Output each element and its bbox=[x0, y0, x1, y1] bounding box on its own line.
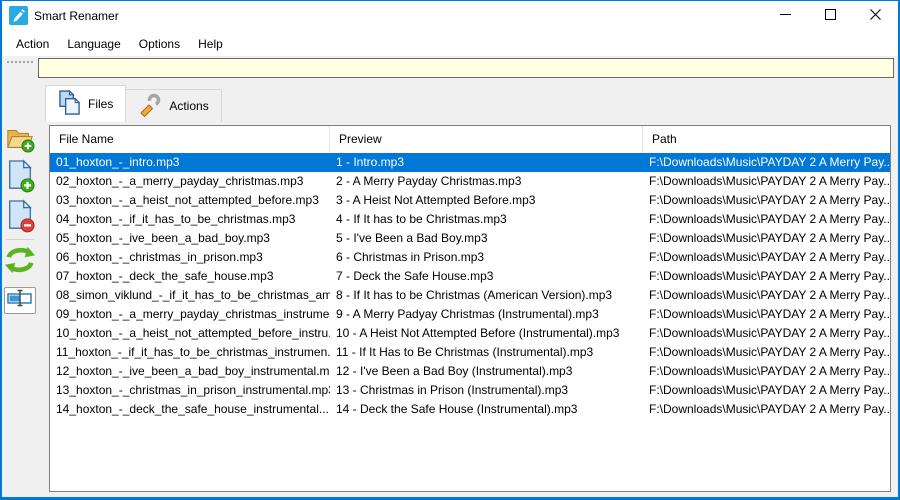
preview-cell: 2 - A Merry Payday Christmas.mp3 bbox=[336, 174, 522, 188]
path-cell: F:\Downloads\Music\PAYDAY 2 A Merry Pay.… bbox=[649, 231, 890, 245]
column-header-file-name[interactable]: File Name bbox=[50, 126, 330, 153]
file-name-cell: 13_hoxton_-_christmas_in_prison_instrume… bbox=[56, 383, 330, 397]
file-name-cell: 14_hoxton_-_deck_the_safe_house_instrume… bbox=[56, 402, 330, 416]
table-row[interactable]: 02_hoxton_-_a_merry_payday_christmas.mp3… bbox=[50, 172, 890, 191]
preview-cell: 10 - A Heist Not Attempted Before (Instr… bbox=[336, 326, 620, 340]
add-folder-button[interactable] bbox=[4, 124, 36, 157]
table-row[interactable]: 12_hoxton_-_ive_been_a_bad_boy_instrumen… bbox=[50, 362, 890, 381]
menubar: Action Language Options Help bbox=[2, 31, 898, 56]
path-cell: F:\Downloads\Music\PAYDAY 2 A Merry Pay.… bbox=[649, 402, 890, 416]
file-name-cell: 04_hoxton_-_if_it_has_to_be_christmas.mp… bbox=[56, 212, 296, 226]
table-row[interactable]: 06_hoxton_-_christmas_in_prison.mp3 6 - … bbox=[50, 248, 890, 267]
minimize-button[interactable] bbox=[763, 1, 808, 31]
toolbar bbox=[2, 56, 38, 497]
preview-cell: 12 - I've Been a Bad Boy (Instrumental).… bbox=[336, 364, 573, 378]
preview-cell: 1 - Intro.mp3 bbox=[336, 155, 405, 169]
file-name-cell: 05_hoxton_-_ive_been_a_bad_boy.mp3 bbox=[56, 231, 270, 245]
tab-files-label: Files bbox=[88, 97, 114, 111]
file-name-cell: 07_hoxton_-_deck_the_safe_house.mp3 bbox=[56, 269, 274, 283]
path-cell: F:\Downloads\Music\PAYDAY 2 A Merry Pay.… bbox=[649, 212, 890, 226]
file-list: File Name Preview Path 01_hoxton_-_intro… bbox=[49, 125, 891, 492]
table-header: File Name Preview Path bbox=[50, 126, 890, 153]
menu-help[interactable]: Help bbox=[189, 33, 232, 55]
wrench-icon bbox=[138, 92, 162, 121]
table-row[interactable]: 03_hoxton_-_a_heist_not_attempted_before… bbox=[50, 191, 890, 210]
preview-cell: 5 - I've Been a Bad Boy.mp3 bbox=[336, 231, 488, 245]
minimize-icon bbox=[780, 7, 791, 25]
preview-cell: 13 - Christmas in Prison (Instrumental).… bbox=[336, 383, 569, 397]
preview-cell: 3 - A Heist Not Attempted Before.mp3 bbox=[336, 193, 536, 207]
preview-cell: 14 - Deck the Safe House (Instrumental).… bbox=[336, 402, 578, 416]
remove-files-icon bbox=[5, 198, 35, 238]
table-row[interactable]: 13_hoxton_-_christmas_in_prison_instrume… bbox=[50, 381, 890, 400]
rename-field-icon bbox=[7, 288, 33, 313]
path-cell: F:\Downloads\Music\PAYDAY 2 A Merry Pay.… bbox=[649, 269, 890, 283]
window-title: Smart Renamer bbox=[34, 9, 119, 23]
path-cell: F:\Downloads\Music\PAYDAY 2 A Merry Pay.… bbox=[649, 345, 890, 359]
file-name-cell: 12_hoxton_-_ive_been_a_bad_boy_instrumen… bbox=[56, 364, 330, 378]
path-cell: F:\Downloads\Music\PAYDAY 2 A Merry Pay.… bbox=[649, 307, 890, 321]
table-row[interactable]: 04_hoxton_-_if_it_has_to_be_christmas.mp… bbox=[50, 210, 890, 229]
path-cell: F:\Downloads\Music\PAYDAY 2 A Merry Pay.… bbox=[649, 193, 890, 207]
table-row[interactable]: 05_hoxton_-_ive_been_a_bad_boy.mp3 5 - I… bbox=[50, 229, 890, 248]
preview-cell: 6 - Christmas in Prison.mp3 bbox=[336, 250, 485, 264]
table-row[interactable]: 01_hoxton_-_intro.mp3 1 - Intro.mp3 F:\D… bbox=[50, 153, 890, 172]
preview-cell: 7 - Deck the Safe House.mp3 bbox=[336, 269, 494, 283]
add-files-icon bbox=[5, 158, 35, 198]
path-cell: F:\Downloads\Music\PAYDAY 2 A Merry Pay.… bbox=[649, 155, 890, 169]
tab-strip: Files Actions bbox=[45, 85, 222, 122]
close-button[interactable] bbox=[853, 1, 898, 31]
file-name-cell: 09_hoxton_-_a_merry_payday_christmas_ins… bbox=[56, 307, 330, 321]
maximize-icon bbox=[825, 7, 836, 25]
path-cell: F:\Downloads\Music\PAYDAY 2 A Merry Pay.… bbox=[649, 174, 890, 188]
table-row[interactable]: 14_hoxton_-_deck_the_safe_house_instrume… bbox=[50, 400, 890, 419]
toolbar-grip[interactable] bbox=[7, 61, 33, 63]
column-header-path[interactable]: Path bbox=[643, 126, 890, 153]
file-name-cell: 06_hoxton_-_christmas_in_prison.mp3 bbox=[56, 250, 263, 264]
path-cell: F:\Downloads\Music\PAYDAY 2 A Merry Pay.… bbox=[649, 383, 890, 397]
preview-cell: 4 - If It has to be Christmas.mp3 bbox=[336, 212, 507, 226]
file-name-cell: 01_hoxton_-_intro.mp3 bbox=[56, 155, 180, 169]
menu-action[interactable]: Action bbox=[7, 33, 58, 55]
add-folder-icon bbox=[4, 123, 36, 158]
tab-actions[interactable]: Actions bbox=[126, 89, 222, 122]
app-window: Smart Renamer Action Language Options He… bbox=[0, 0, 900, 500]
tab-actions-label: Actions bbox=[169, 99, 209, 113]
table-row[interactable]: 09_hoxton_-_a_merry_payday_christmas_ins… bbox=[50, 305, 890, 324]
refresh-icon bbox=[5, 244, 35, 281]
file-name-cell: 10_hoxton_-_a_heist_not_attempted_before… bbox=[56, 326, 330, 340]
refresh-button[interactable] bbox=[4, 245, 36, 279]
tab-files[interactable]: Files bbox=[45, 85, 127, 122]
file-name-cell: 11_hoxton_-_if_it_has_to_be_christmas_in… bbox=[56, 345, 330, 359]
add-files-button[interactable] bbox=[4, 158, 36, 198]
preview-cell: 8 - If It has to be Christmas (American … bbox=[336, 288, 613, 302]
file-name-cell: 08_simon_viklund_-_if_it_has_to_be_chris… bbox=[56, 288, 330, 302]
close-icon bbox=[870, 7, 881, 25]
menu-options[interactable]: Options bbox=[130, 33, 189, 55]
file-name-cell: 02_hoxton_-_a_merry_payday_christmas.mp3 bbox=[56, 174, 304, 188]
table-row[interactable]: 11_hoxton_-_if_it_has_to_be_christmas_in… bbox=[50, 343, 890, 362]
path-cell: F:\Downloads\Music\PAYDAY 2 A Merry Pay.… bbox=[649, 326, 890, 340]
path-cell: F:\Downloads\Music\PAYDAY 2 A Merry Pay.… bbox=[649, 288, 890, 302]
status-hint-bar bbox=[38, 58, 894, 78]
table-row[interactable]: 08_simon_viklund_-_if_it_has_to_be_chris… bbox=[50, 286, 890, 305]
path-cell: F:\Downloads\Music\PAYDAY 2 A Merry Pay.… bbox=[649, 364, 890, 378]
column-header-preview[interactable]: Preview bbox=[330, 126, 643, 153]
file-name-cell: 03_hoxton_-_a_heist_not_attempted_before… bbox=[56, 193, 319, 207]
rename-field-button[interactable] bbox=[4, 287, 36, 314]
titlebar: Smart Renamer bbox=[2, 1, 898, 31]
table-row[interactable]: 07_hoxton_-_deck_the_safe_house.mp3 7 - … bbox=[50, 267, 890, 286]
path-cell: F:\Downloads\Music\PAYDAY 2 A Merry Pay.… bbox=[649, 250, 890, 264]
app-icon bbox=[9, 6, 28, 25]
documents-icon bbox=[58, 89, 81, 119]
preview-cell: 11 - If It Has to Be Christmas (Instrume… bbox=[336, 345, 594, 359]
table-body: 01_hoxton_-_intro.mp3 1 - Intro.mp3 F:\D… bbox=[50, 153, 890, 419]
remove-files-button[interactable] bbox=[4, 198, 36, 238]
maximize-button[interactable] bbox=[808, 1, 853, 31]
table-row[interactable]: 10_hoxton_-_a_heist_not_attempted_before… bbox=[50, 324, 890, 343]
preview-cell: 9 - A Merry Padyay Christmas (Instrument… bbox=[336, 307, 599, 321]
toolbar-separator bbox=[6, 239, 34, 240]
window-controls bbox=[763, 1, 898, 31]
menu-language[interactable]: Language bbox=[58, 33, 129, 55]
